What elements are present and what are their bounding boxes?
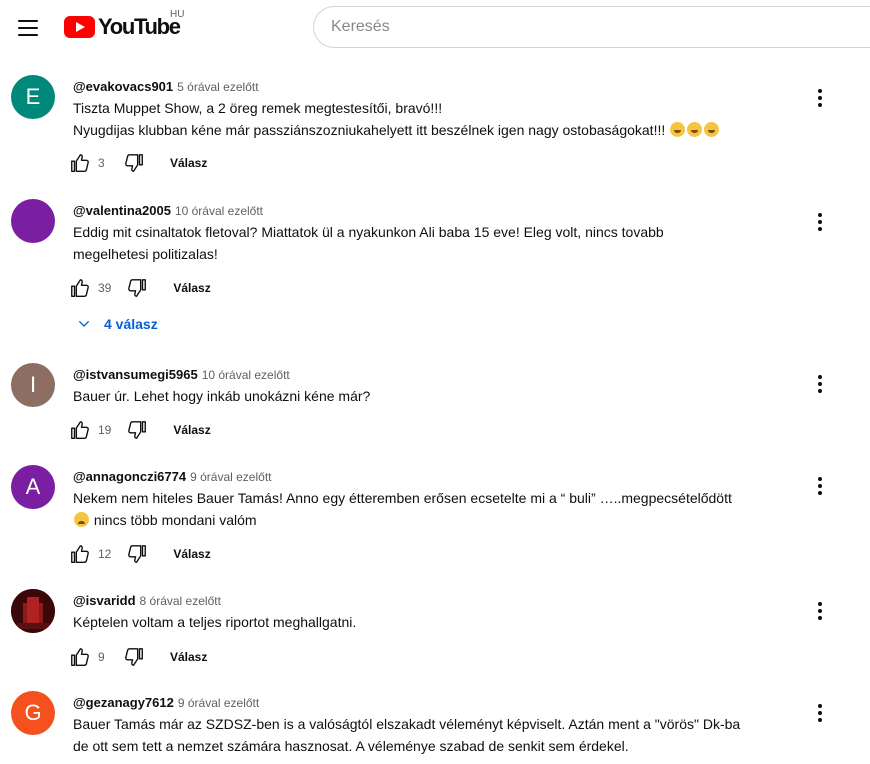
thumbs-up-icon[interactable] xyxy=(68,276,92,300)
avatar[interactable]: E xyxy=(11,75,55,119)
comment-line: Eddig mit csinaltatok fletoval? Miattato… xyxy=(73,224,664,240)
laughing-emoji xyxy=(687,122,703,137)
thumbs-down-icon[interactable] xyxy=(122,645,146,669)
comment-author[interactable]: @istvansumegi5965 xyxy=(73,367,198,382)
laughing-emoji xyxy=(704,122,720,137)
laughing-emoji xyxy=(670,122,686,137)
comment-time[interactable]: 9 órával ezelőtt xyxy=(178,696,259,710)
chevron-down-icon xyxy=(78,320,90,327)
comment-actions: 3 Válasz xyxy=(68,151,207,175)
view-replies-button[interactable]: 4 válasz xyxy=(76,316,158,332)
avatar[interactable]: I xyxy=(11,363,55,407)
search-input[interactable] xyxy=(331,18,870,36)
reply-button[interactable]: Válasz xyxy=(173,547,210,561)
comment-time[interactable]: 10 órával ezelőtt xyxy=(175,204,263,218)
comment-time[interactable]: 5 órával ezelőtt xyxy=(177,80,258,94)
thumbs-up-icon[interactable] xyxy=(68,418,92,442)
reply-button[interactable]: Válasz xyxy=(173,281,210,295)
comment-line: Bauer Tamás már az SZDSZ-ben is a valósá… xyxy=(73,716,741,732)
more-options-icon[interactable] xyxy=(808,210,832,234)
comment-text: Eddig mit csinaltatok fletoval? Miattato… xyxy=(73,221,803,265)
comment-line: Tiszta Muppet Show, a 2 öreg remek megte… xyxy=(73,100,443,116)
channel-avatar-image xyxy=(11,589,55,633)
replies-count-label: 4 válasz xyxy=(104,316,158,332)
more-options-icon[interactable] xyxy=(808,599,832,623)
comment-text: Bauer úr. Lehet hogy inkáb unokázni kéne… xyxy=(73,385,803,407)
reply-button[interactable]: Válasz xyxy=(170,650,207,664)
search-box[interactable] xyxy=(313,6,870,48)
comment-actions: 19 Válasz xyxy=(68,418,211,442)
comment-actions: 12 Válasz xyxy=(68,542,211,566)
thumbs-down-icon[interactable] xyxy=(125,276,149,300)
youtube-play-icon xyxy=(64,16,95,38)
avatar[interactable]: G xyxy=(11,691,55,735)
comment-author[interactable]: @gezanagy7612 xyxy=(73,695,174,710)
thumbs-down-icon[interactable] xyxy=(125,418,149,442)
avatar[interactable] xyxy=(11,589,55,633)
comment-line: nincs több mondani valóm xyxy=(93,512,257,528)
like-count: 9 xyxy=(98,650,105,664)
comment-line: Képtelen voltam a teljes riportot meghal… xyxy=(73,614,357,630)
comment-line: megelhetesi politizalas! xyxy=(73,246,218,262)
more-options-icon[interactable] xyxy=(808,372,832,396)
reply-button[interactable]: Válasz xyxy=(170,156,207,170)
comment-text: Tiszta Muppet Show, a 2 öreg remek megte… xyxy=(73,97,803,141)
comment-actions: 39 Válasz xyxy=(68,276,211,300)
comment-text: Nekem nem hiteles Bauer Tamás! Anno egy … xyxy=(73,487,803,531)
comment-time[interactable]: 10 órával ezelőtt xyxy=(202,368,290,382)
comment-line: de ott sem tett a nemzet számára hasznos… xyxy=(73,738,629,754)
logo-text: YouTube xyxy=(98,14,181,39)
more-options-icon[interactable] xyxy=(808,701,832,725)
region-code: HU xyxy=(170,9,185,20)
youtube-logo[interactable]: YouTube xyxy=(64,14,181,40)
comment-text: Bauer Tamás már az SZDSZ-ben is a valósá… xyxy=(73,713,803,757)
comment-time[interactable]: 9 órával ezelőtt xyxy=(190,470,271,484)
like-count: 3 xyxy=(98,156,105,170)
menu-icon[interactable] xyxy=(8,8,48,48)
like-count: 19 xyxy=(98,423,112,437)
avatar[interactable]: A xyxy=(11,465,55,509)
comment-author[interactable]: @valentina2005 xyxy=(73,203,171,218)
avatar[interactable] xyxy=(11,199,55,243)
like-count: 12 xyxy=(98,547,112,561)
comment-text: Képtelen voltam a teljes riportot meghal… xyxy=(73,611,803,633)
thumbs-down-icon[interactable] xyxy=(122,151,146,175)
like-count: 39 xyxy=(98,281,112,295)
comment-actions: 9 Válasz xyxy=(68,645,207,669)
comment-author[interactable]: @evakovacs901 xyxy=(73,79,173,94)
thumbs-up-icon[interactable] xyxy=(68,645,92,669)
comment-author[interactable]: @annagonczi6774 xyxy=(73,469,186,484)
reply-button[interactable]: Válasz xyxy=(173,423,210,437)
thumbs-down-icon[interactable] xyxy=(125,542,149,566)
thumbs-up-icon[interactable] xyxy=(68,151,92,175)
thumbs-up-icon[interactable] xyxy=(68,542,92,566)
masthead: YouTube HU xyxy=(0,0,870,56)
more-options-icon[interactable] xyxy=(808,474,832,498)
more-options-icon[interactable] xyxy=(808,86,832,110)
comment-line: Nyugdijas klubban kéne már passziánszozn… xyxy=(73,122,666,138)
sad-emoji xyxy=(74,512,89,527)
comment-time[interactable]: 8 órával ezelőtt xyxy=(140,594,221,608)
comment-line: Bauer úr. Lehet hogy inkáb unokázni kéne… xyxy=(73,388,371,404)
comment-author[interactable]: @isvaridd xyxy=(73,593,136,608)
comment-line: Nekem nem hiteles Bauer Tamás! Anno egy … xyxy=(73,490,732,506)
